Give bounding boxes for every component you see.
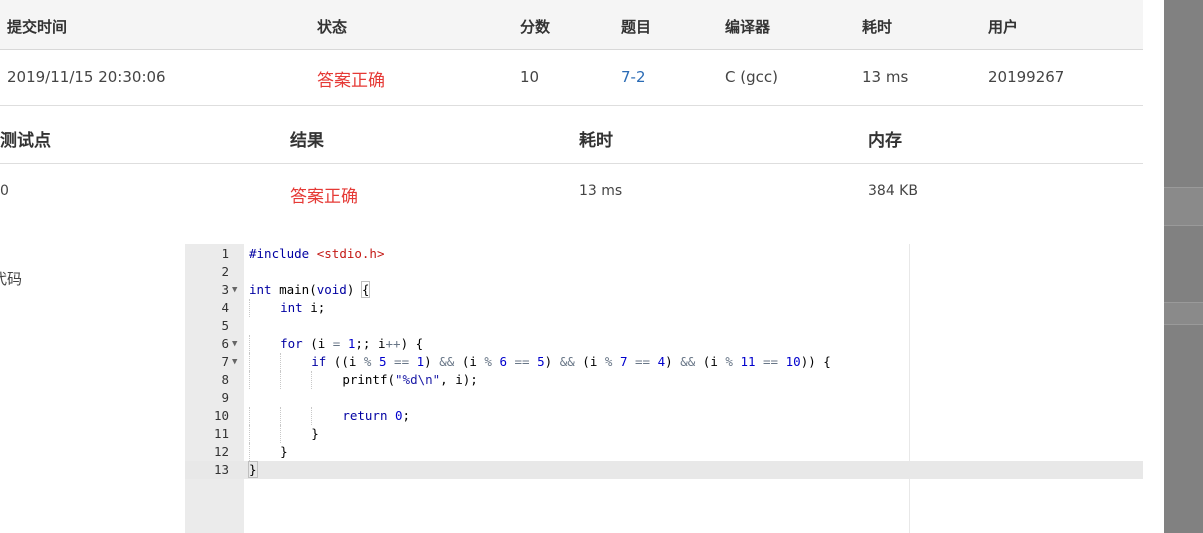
code-line: 9 (185, 389, 1143, 407)
header-score: 分数 (520, 18, 551, 36)
header-test-case: 测试点 (0, 131, 51, 151)
fold-arrow-icon[interactable]: ▼ (232, 281, 237, 299)
code-text: for (i = 1;; i++) { (249, 335, 423, 353)
test-memory: 384 KB (868, 183, 918, 199)
code-line: 11 } (185, 425, 1143, 443)
submission-row: 2019/11/15 20:30:06 答案正确 10 7-2 C (gcc) … (0, 51, 1143, 106)
text-cursor (256, 463, 258, 478)
test-time: 13 ms (579, 183, 623, 199)
line-number: 9 (221, 390, 229, 405)
code-line: 5 (185, 317, 1143, 335)
code-text: } (249, 443, 288, 461)
header-elapsed: 耗时 (862, 18, 893, 36)
header-problem: 题目 (621, 18, 652, 36)
scrollbar-divider (1164, 187, 1203, 188)
code-line: 4 int i; (185, 299, 1143, 317)
code-line: 10 return 0; (185, 407, 1143, 425)
line-number: 3 (221, 282, 229, 297)
code-line: 8 printf("%d\n", i); (185, 371, 1143, 389)
code-line: 12 } (185, 443, 1143, 461)
code-label: 代码 (0, 270, 23, 288)
code-line: 6 ▼ for (i = 1;; i++) { (185, 335, 1143, 353)
line-number: 8 (221, 372, 229, 387)
line-number: 11 (213, 426, 229, 441)
fold-arrow-icon[interactable]: ▼ (232, 353, 237, 371)
line-number: 6 (221, 336, 229, 351)
test-result-badge: 答案正确 (290, 187, 358, 207)
line-number: 13 (213, 462, 229, 477)
header-test-time: 耗时 (579, 131, 613, 151)
active-code-line: 13 } (185, 461, 1143, 479)
score-value: 10 (520, 68, 540, 86)
test-case-id: 0 (0, 183, 9, 199)
line-number: 4 (221, 300, 229, 315)
header-submit-time: 提交时间 (7, 18, 68, 36)
status-badge: 答案正确 (317, 71, 385, 91)
scrollbar-divider (1164, 302, 1203, 303)
line-number: 12 (213, 444, 229, 459)
submission-table-header: 提交时间 状态 分数 题目 编译器 耗时 用户 (0, 0, 1143, 50)
table-row: 0 答案正确 13 ms 384 KB (0, 165, 1143, 221)
code-text: return 0; (249, 407, 410, 425)
page-scrollbar[interactable] (1164, 0, 1203, 533)
scrollbar-divider (1164, 324, 1203, 325)
line-number: 5 (221, 318, 229, 333)
header-status: 状态 (317, 18, 348, 36)
code-editor[interactable]: 1 #include <stdio.h> 2 3 ▼ int main(void… (185, 244, 1143, 533)
line-number: 10 (213, 408, 229, 423)
code-text: } (248, 461, 258, 478)
code-text: int i; (249, 299, 325, 317)
elapsed-value: 13 ms (862, 68, 909, 86)
line-number: 1 (221, 246, 229, 261)
compiler-value: C (gcc) (725, 68, 778, 86)
code-text: #include <stdio.h> (249, 246, 385, 261)
code-text: if ((i % 5 == 1) && (i % 6 == 5) && (i %… (249, 353, 831, 371)
scrollbar-divider (1164, 225, 1203, 226)
code-text: printf("%d\n", i); (249, 371, 478, 389)
fold-arrow-icon[interactable]: ▼ (232, 335, 237, 353)
user-value: 20199267 (988, 68, 1065, 86)
line-number: 7 (221, 354, 229, 369)
code-line: 7 ▼ if ((i % 5 == 1) && (i % 6 == 5) && … (185, 353, 1143, 371)
scrollbar-thumb[interactable] (1164, 302, 1203, 324)
code-line: 2 (185, 263, 1143, 281)
header-user: 用户 (988, 18, 1019, 36)
problem-link[interactable]: 7-2 (621, 68, 646, 86)
header-result: 结果 (290, 131, 324, 151)
code-text: } (249, 425, 319, 443)
header-compiler: 编译器 (725, 18, 771, 36)
code-text: int main(void) { (249, 281, 371, 298)
header-memory: 内存 (868, 131, 902, 151)
submit-time: 2019/11/15 20:30:06 (7, 68, 166, 86)
test-table-header: 测试点 结果 耗时 内存 (0, 107, 1143, 164)
scrollbar-segment (1164, 187, 1203, 225)
line-number: 2 (221, 264, 229, 279)
code-line: 1 #include <stdio.h> (185, 245, 1143, 263)
code-line: 3 ▼ int main(void) { (185, 281, 1143, 299)
